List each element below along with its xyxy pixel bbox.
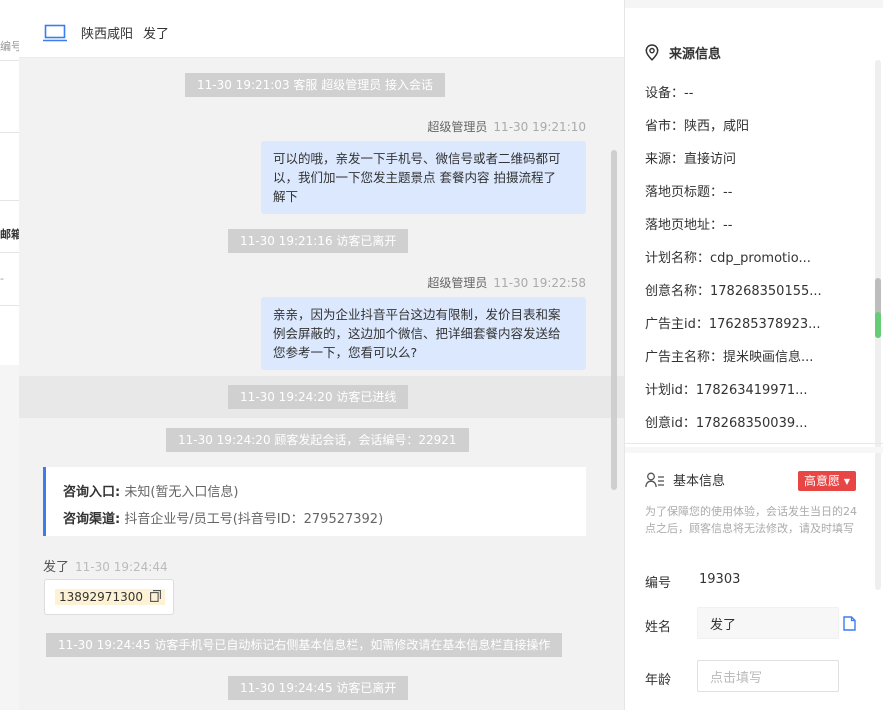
source-row-province: 省市：陕西，咸阳 — [645, 119, 750, 134]
caret-down-icon: ▼ — [843, 477, 850, 486]
sender-name: 超级管理员 — [427, 120, 488, 134]
agent-message-bubble: 可以的哦，亲发一下手机号、微信号或者二维码都可 以，我们加一下您发主题景点 套餐… — [261, 141, 586, 214]
visitor-info-panel: 来源信息 设备：-- 省市：陕西，咸阳 来源：直接访问 落地页标题：-- 落地页… — [624, 0, 883, 710]
edit-notice: 为了保障您的使用体验，会话发生当日的24点之后，顾客信息将无法修改，请及时填写 — [645, 505, 857, 535]
source-row-landing-url: 落地页地址：-- — [645, 218, 733, 233]
agent-message-bubble: 亲亲，因为企业抖音平台这边有限制，发价目表和案 例会屏蔽的，这边加个微信、把详细… — [261, 297, 586, 370]
visitor-name: 发了 — [143, 27, 170, 42]
source-row-device: 设备：-- — [645, 86, 694, 101]
age-label: 年龄 — [645, 673, 672, 688]
message-time: 11-30 19:21:10 — [493, 120, 586, 134]
chat-panel: 陕西咸阳 发了 11-30 19:21:03 客服 超级管理员 接入会话 超级管… — [19, 0, 624, 710]
bubble-line: 可以的哦，亲发一下手机号、微信号或者二维码都可 — [273, 151, 561, 166]
source-row-creative-name: 创意名称：178268350155... — [645, 284, 822, 299]
phone-number[interactable]: 13892971300 — [55, 589, 165, 605]
source-row-plan-name: 计划名称：cdp_promotio... — [645, 251, 811, 266]
location-pin-icon — [645, 44, 659, 61]
basic-info-title: 基本信息 — [673, 474, 726, 489]
background-page: 编号 邮箱 - — [0, 0, 22, 710]
visitor-location: 陕西咸阳 — [81, 27, 134, 42]
copy-icon[interactable] — [149, 590, 161, 602]
basic-info-header: 基本信息 — [645, 470, 725, 489]
consult-info-card: 咨询入口: 未知(暂无入口信息) 咨询渠道: 抖音企业号/员工号(抖音号ID：2… — [43, 467, 586, 536]
message-sender: 超级管理员 11-30 19:21:10 — [427, 118, 586, 135]
source-row-creative-id: 创意id：178268350039... — [645, 416, 808, 431]
channel-value: 抖音企业号/员工号(抖音号ID：279527392) — [124, 512, 384, 527]
message-time: 11-30 19:24:44 — [75, 560, 168, 574]
user-list-icon — [645, 472, 664, 487]
age-field[interactable]: 点击填写 — [697, 660, 839, 692]
chat-header: 陕西咸阳 发了 — [19, 8, 624, 58]
source-row-landing-title: 落地页标题：-- — [645, 185, 733, 200]
system-message: 11-30 19:21:16 访客已离开 — [228, 229, 409, 253]
source-info-title: 来源信息 — [669, 47, 722, 62]
sender-name: 发了 — [43, 560, 70, 575]
bg-cell: - — [0, 272, 4, 285]
info-scrollbar-indicator — [875, 312, 881, 338]
edit-icon[interactable] — [843, 616, 856, 631]
bubble-line: 例会屏蔽的，这边加个微信、把详细套餐内容发送给 — [273, 326, 561, 341]
bubble-line: 您参考一下，您看可以么? — [273, 345, 418, 360]
name-field[interactable]: 发了 — [697, 607, 839, 639]
source-row-advertiser-name: 广告主名称：提米映画信息... — [645, 350, 814, 365]
sender-name: 超级管理员 — [427, 276, 488, 290]
system-message: 11-30 19:24:45 访客已离开 — [228, 676, 409, 700]
system-message: 11-30 19:24:20 顾客发起会话，会话编号：22921 — [166, 428, 469, 452]
bubble-line: 解下 — [273, 189, 299, 204]
message-time: 11-30 19:22:58 — [493, 276, 586, 290]
intent-label: 高意愿 — [804, 474, 841, 488]
bubble-line: 亲亲，因为企业抖音平台这边有限制，发价目表和案 — [273, 307, 561, 322]
source-row-plan-id: 计划id：178263419971... — [645, 383, 808, 398]
phone-text: 13892971300 — [59, 590, 143, 604]
entry-value: 未知(暂无入口信息) — [124, 485, 239, 500]
id-label: 编号 — [645, 576, 672, 591]
system-message: 11-30 19:24:45 访客手机号已自动标记右侧基本信息栏，如需修改请在基… — [46, 633, 563, 657]
app-window: 编号 邮箱 - 陕西咸阳 发了 11-30 19:21:03 客服 超级管理员 … — [0, 0, 883, 710]
source-info-header: 来源信息 — [645, 43, 721, 62]
system-message: 11-30 19:24:20 访客已进线 — [228, 385, 409, 409]
id-value: 19303 — [699, 572, 741, 587]
chat-scrollbar[interactable] — [611, 150, 617, 490]
source-row-advertiser-id: 广告主id：176285378923... — [645, 317, 821, 332]
entry-label: 咨询入口: — [63, 485, 121, 500]
intent-dropdown[interactable]: 高意愿 ▼ — [798, 471, 856, 491]
visitor-message-bubble: 13892971300 — [44, 579, 174, 615]
message-sender: 超级管理员 11-30 19:22:58 — [427, 274, 586, 291]
bubble-line: 以，我们加一下您发主题景点 套餐内容 拍摄流程了 — [273, 170, 556, 185]
channel-label: 咨询渠道: — [63, 512, 121, 527]
source-row-source: 来源：直接访问 — [645, 152, 737, 167]
system-message: 11-30 19:21:03 客服 超级管理员 接入会话 — [185, 73, 446, 97]
visitor-message-sender: 发了 11-30 19:24:44 — [43, 556, 168, 575]
laptop-icon — [43, 24, 67, 41]
name-label: 姓名 — [645, 620, 672, 635]
